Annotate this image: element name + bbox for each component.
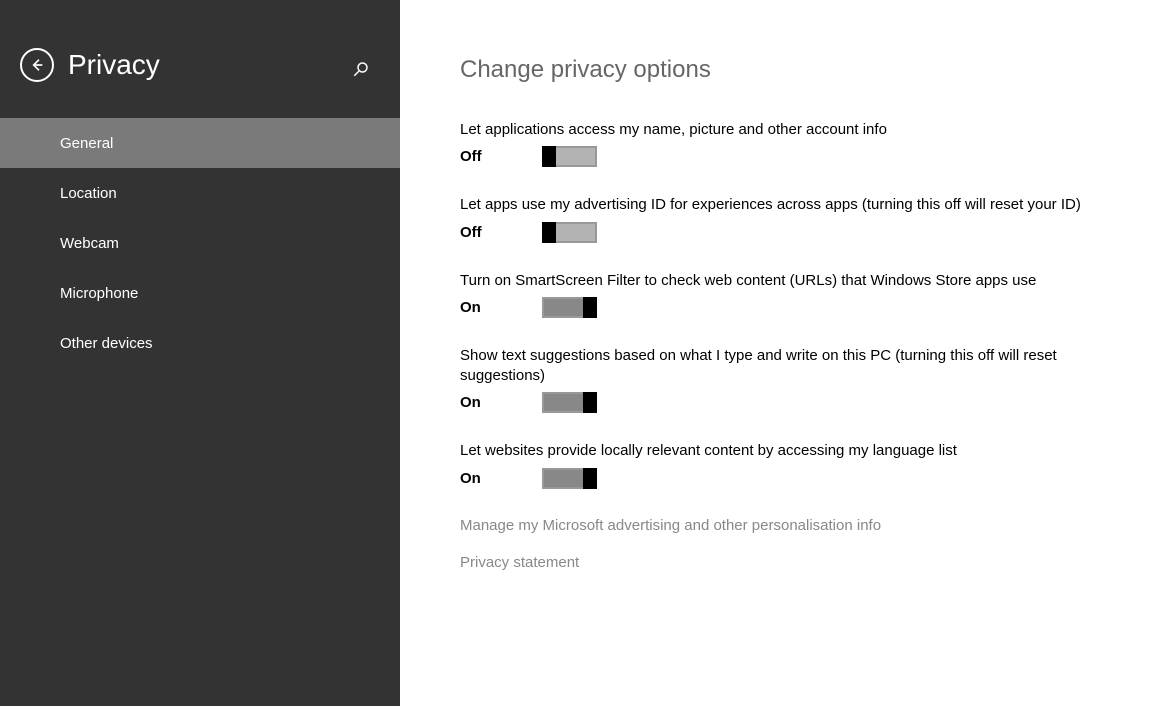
sidebar-nav: General Location Webcam Microphone Other…: [0, 118, 400, 368]
main-content: Change privacy options Let applications …: [400, 0, 1163, 706]
toggle-knob: [583, 297, 597, 318]
toggle-knob: [583, 468, 597, 489]
setting-advertising-id: Let apps use my advertising ID for exper…: [460, 195, 1113, 242]
toggle-state-label: Off: [460, 224, 542, 241]
link-privacy-statement[interactable]: Privacy statement: [460, 554, 579, 571]
sidebar-header: Privacy: [0, 0, 400, 118]
setting-account-info: Let applications access my name, picture…: [460, 120, 1113, 167]
sidebar-item-general[interactable]: General: [0, 118, 400, 168]
toggle-knob: [583, 392, 597, 413]
sidebar-item-microphone[interactable]: Microphone: [0, 268, 400, 318]
setting-text-suggestions: Show text suggestions based on what I ty…: [460, 346, 1113, 414]
setting-control-row: Off: [460, 146, 1113, 167]
back-button[interactable]: [20, 48, 54, 82]
toggle-language-list[interactable]: [542, 468, 597, 489]
sidebar-item-label: Microphone: [60, 285, 138, 302]
toggle-smartscreen[interactable]: [542, 297, 597, 318]
sidebar-item-label: Webcam: [60, 235, 119, 252]
setting-smartscreen: Turn on SmartScreen Filter to check web …: [460, 271, 1113, 318]
setting-control-row: On: [460, 392, 1113, 413]
setting-description: Show text suggestions based on what I ty…: [460, 346, 1100, 387]
sidebar-item-webcam[interactable]: Webcam: [0, 218, 400, 268]
setting-control-row: On: [460, 297, 1113, 318]
setting-description: Turn on SmartScreen Filter to check web …: [460, 271, 1100, 291]
setting-description: Let applications access my name, picture…: [460, 120, 1100, 140]
search-button[interactable]: [352, 60, 370, 83]
sidebar-item-location[interactable]: Location: [0, 168, 400, 218]
setting-description: Let apps use my advertising ID for exper…: [460, 195, 1100, 215]
search-icon: [352, 60, 370, 78]
setting-language-list: Let websites provide locally relevant co…: [460, 441, 1113, 488]
toggle-state-label: On: [460, 394, 542, 411]
main-title: Change privacy options: [460, 56, 1113, 84]
page-title: Privacy: [68, 49, 160, 81]
sidebar: Privacy General Location Webcam Micropho…: [0, 0, 400, 706]
toggle-state-label: On: [460, 299, 542, 316]
sidebar-item-label: Other devices: [60, 335, 153, 352]
setting-control-row: Off: [460, 222, 1113, 243]
sidebar-item-label: Location: [60, 185, 117, 202]
toggle-text-suggestions[interactable]: [542, 392, 597, 413]
setting-description: Let websites provide locally relevant co…: [460, 441, 1100, 461]
setting-control-row: On: [460, 468, 1113, 489]
link-manage-advertising[interactable]: Manage my Microsoft advertising and othe…: [460, 517, 881, 534]
toggle-knob: [542, 222, 556, 243]
toggle-state-label: Off: [460, 148, 542, 165]
sidebar-item-other-devices[interactable]: Other devices: [0, 318, 400, 368]
toggle-advertising-id[interactable]: [542, 222, 597, 243]
toggle-account-info[interactable]: [542, 146, 597, 167]
back-arrow-icon: [29, 57, 45, 73]
toggle-knob: [542, 146, 556, 167]
toggle-state-label: On: [460, 470, 542, 487]
sidebar-item-label: General: [60, 135, 113, 152]
